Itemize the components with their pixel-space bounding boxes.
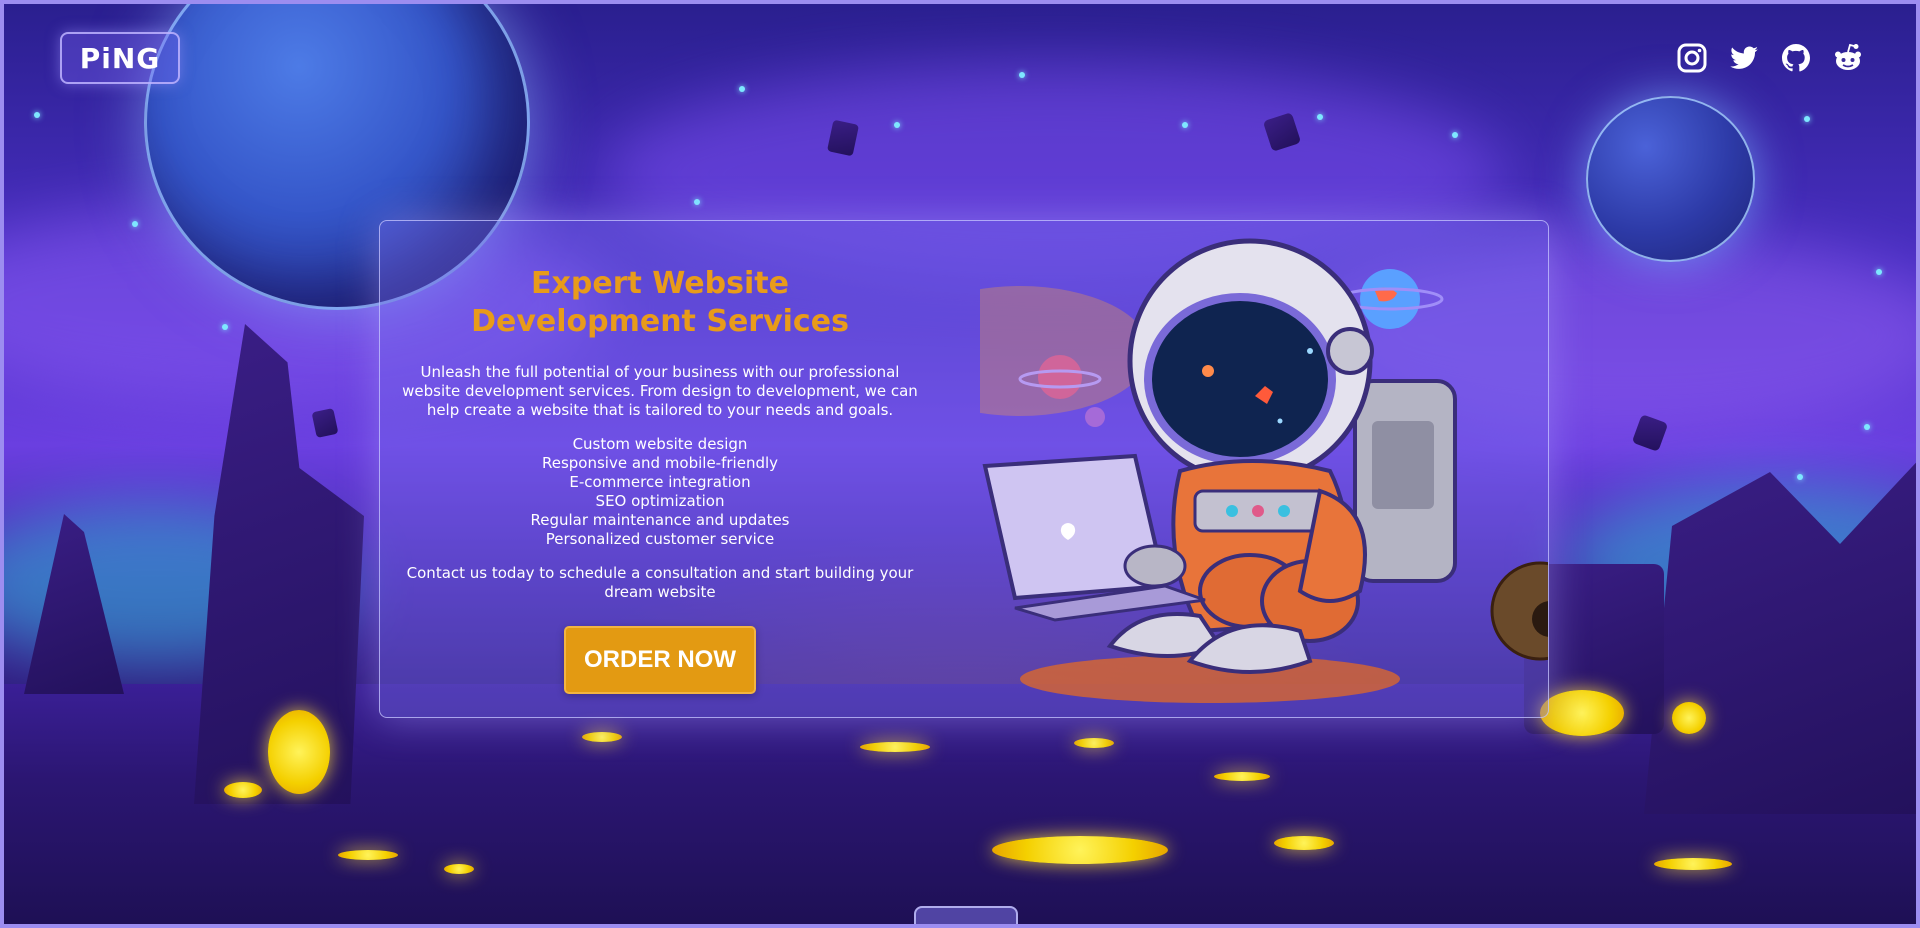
- social-links: [1676, 42, 1864, 74]
- hero-title: Expert Website Development Services: [471, 266, 849, 339]
- feature-item: SEO optimization: [595, 492, 725, 510]
- star: [739, 86, 745, 92]
- instagram-link[interactable]: [1676, 42, 1708, 74]
- logo-text: PiNG: [79, 41, 161, 75]
- feature-item: E-commerce integration: [569, 473, 751, 491]
- feature-item: Responsive and mobile-friendly: [541, 454, 779, 472]
- hero-content: Expert Website Development Services Unle…: [390, 265, 930, 694]
- star: [694, 199, 700, 205]
- features-list: Custom website design Responsive and mob…: [390, 435, 930, 549]
- lava-pool: [1074, 738, 1114, 748]
- planet-right: [1586, 96, 1755, 262]
- lava-pool: [268, 710, 330, 794]
- twitter-link[interactable]: [1728, 42, 1760, 74]
- star: [1804, 116, 1810, 122]
- lava-pool: [224, 782, 262, 798]
- astronaut-illustration: [980, 238, 1548, 703]
- star: [1864, 424, 1870, 430]
- star: [1876, 269, 1882, 275]
- star: [1452, 132, 1458, 138]
- logo[interactable]: PiNG: [60, 32, 180, 84]
- lava-pool: [1540, 690, 1624, 736]
- lava-pool: [444, 864, 474, 874]
- star: [222, 324, 228, 330]
- floating-rock: [311, 407, 339, 439]
- twitter-icon: [1730, 46, 1758, 69]
- reddit-icon: [1835, 43, 1861, 70]
- order-now-button[interactable]: ORDER NOW: [564, 626, 756, 694]
- github-icon: [1782, 44, 1810, 72]
- star: [1182, 122, 1188, 128]
- feature-item: Personalized customer service: [545, 530, 775, 548]
- star: [894, 122, 900, 128]
- hero-card: Expert Website Development Services Unle…: [379, 220, 1549, 718]
- bottom-tab[interactable]: [914, 906, 1018, 924]
- feature-item: Custom website design: [572, 435, 748, 453]
- github-link[interactable]: [1780, 42, 1812, 74]
- reddit-link[interactable]: [1832, 42, 1864, 74]
- lava-pool: [860, 742, 930, 752]
- hero-intro: Unleash the full potential of your busin…: [402, 363, 918, 419]
- page-frame: PiNG Expert Website Development Services…: [0, 0, 1920, 928]
- lava-pool: [1274, 836, 1334, 850]
- small-planet-pink: [1038, 355, 1082, 399]
- star: [1317, 114, 1323, 120]
- lava-pool: [338, 850, 398, 860]
- star: [1019, 72, 1025, 78]
- lava-pool: [1672, 702, 1706, 734]
- star: [132, 221, 138, 227]
- lava-pool: [992, 836, 1168, 864]
- lava-pool: [1654, 858, 1732, 870]
- lava-pool: [582, 732, 622, 742]
- feature-item: Regular maintenance and updates: [530, 511, 790, 529]
- instagram-icon: [1677, 43, 1707, 73]
- star: [1797, 474, 1803, 480]
- star: [34, 112, 40, 118]
- lava-pool: [1214, 772, 1270, 781]
- contact-text: Contact us today to schedule a consultat…: [406, 564, 914, 601]
